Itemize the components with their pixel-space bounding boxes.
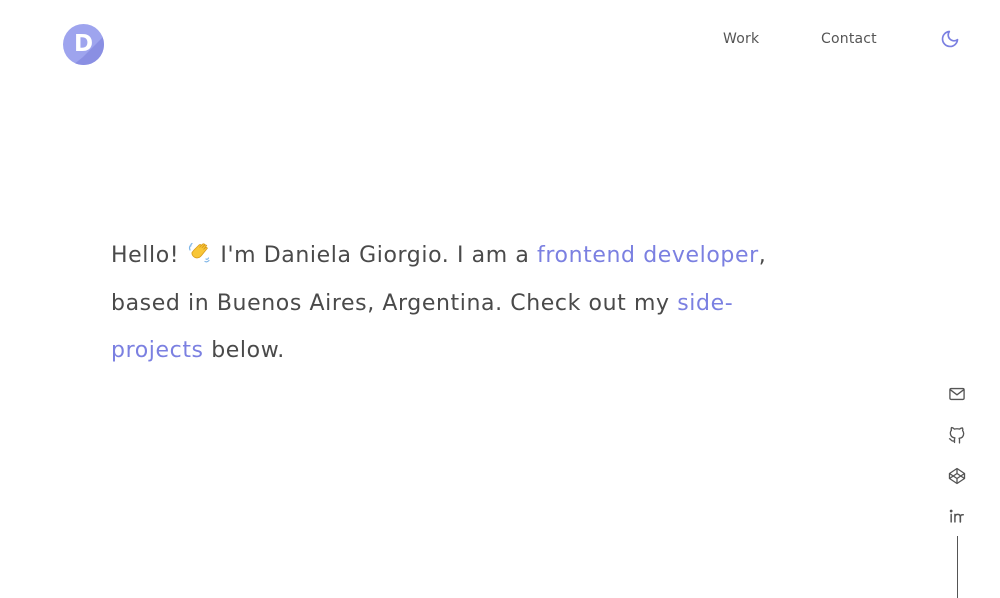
- moon-icon[interactable]: [940, 29, 960, 49]
- linkedin-icon[interactable]: [947, 506, 967, 526]
- link-frontend-developer[interactable]: frontend developer: [537, 243, 759, 268]
- page: D Work Contact Hello! I'm Daniela Giorgi…: [0, 0, 1000, 598]
- mail-icon[interactable]: [947, 384, 967, 404]
- nav-work[interactable]: Work: [723, 30, 759, 48]
- codepen-icon[interactable]: [947, 466, 967, 486]
- github-icon[interactable]: [947, 425, 967, 445]
- waving-hand-icon: [187, 235, 211, 263]
- intro-text-3: below.: [203, 338, 285, 363]
- logo[interactable]: D: [63, 24, 104, 65]
- intro-text: Hello! I'm Daniela Giorgio. I am a front…: [111, 232, 811, 375]
- social-divider-line: [957, 536, 958, 598]
- logo-letter: D: [73, 31, 94, 57]
- nav-contact[interactable]: Contact: [821, 30, 877, 48]
- greeting: Hello!: [111, 243, 180, 268]
- intro-text-1: I'm Daniela Giorgio. I am a: [212, 243, 538, 268]
